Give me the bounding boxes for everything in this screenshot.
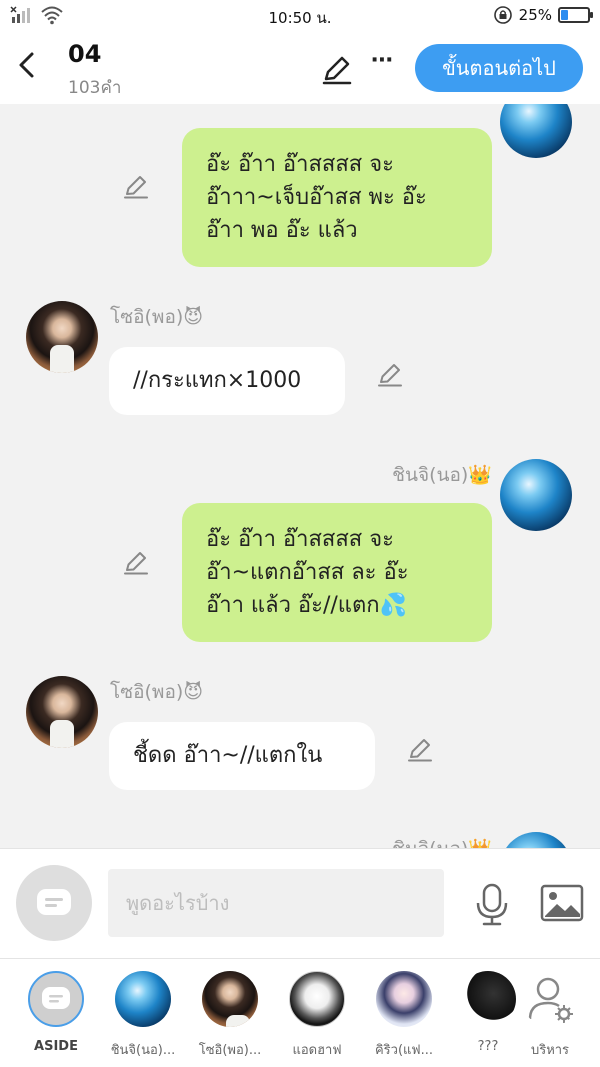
speaker-name: ชินจิ(นอ)👑 — [392, 834, 492, 848]
character-label: โซอิ(พอ)... — [198, 1043, 262, 1058]
message-line: อ๊ะ อ๊าา อ๊าสสสส จะ — [206, 527, 394, 552]
character-avatar — [376, 971, 432, 1027]
rotation-lock-icon — [493, 6, 512, 24]
character-avatar — [115, 971, 171, 1027]
character-kiriw[interactable]: คิริว(แฟ... — [364, 971, 444, 1060]
character-aside[interactable]: ASIDE — [16, 971, 96, 1054]
chat-mode-button[interactable] — [16, 865, 92, 941]
message-line: อ๊า~แตกอ๊าสส ละ อ๊ะ — [206, 560, 409, 585]
character-avatar — [202, 971, 258, 1027]
avatar-shinji[interactable] — [500, 832, 572, 848]
character-label: ชินจิ(นอ)... — [110, 1043, 176, 1058]
message-line: อ๊าาา~เจ็บอ๊าสส พะ อ๊ะ — [206, 185, 427, 210]
battery-percent: 25% — [518, 6, 552, 24]
avatar-shinji[interactable] — [500, 104, 572, 158]
chat-bubble-icon — [42, 987, 70, 1009]
user-settings-icon — [528, 977, 573, 1023]
page-title: 04 — [68, 40, 102, 68]
battery-area: 25% — [493, 5, 593, 25]
chat-area[interactable]: อ๊ะ อ๊าา อ๊าสสสส จะ อ๊าาา~เจ็บอ๊าสส พะ อ… — [0, 104, 600, 848]
message-bubble[interactable]: อ๊ะ อ๊าา อ๊าสสสส จะ อ๊าาา~เจ็บอ๊าสส พะ อ… — [182, 128, 492, 267]
edit-message-icon[interactable] — [122, 172, 150, 200]
input-bar — [0, 848, 600, 958]
manage-characters[interactable]: บริหาร — [510, 971, 590, 1060]
next-step-button[interactable]: ขั้นตอนต่อไป — [415, 44, 583, 92]
character-avatar — [289, 971, 345, 1027]
edit-message-icon[interactable] — [406, 735, 434, 763]
message-line: ชี้ดด อ๊าา~//แตกใน — [133, 743, 323, 768]
aside-avatar — [28, 971, 84, 1027]
microphone-icon[interactable] — [472, 883, 512, 927]
image-icon[interactable] — [540, 883, 584, 923]
character-label: แอดฮาฟ — [292, 1043, 342, 1058]
edit-message-icon[interactable] — [376, 360, 404, 388]
edit-message-icon[interactable] — [122, 548, 150, 576]
message-line: อ๊ะ อ๊าา อ๊าสสสส จะ — [206, 152, 394, 177]
message-bubble[interactable]: อ๊ะ อ๊าา อ๊าสสสส จะ อ๊า~แตกอ๊าสส ละ อ๊ะ … — [182, 503, 492, 642]
character-adhalf[interactable]: แอดฮาฟ — [277, 971, 357, 1060]
speaker-name: ชินจิ(นอ)👑 — [392, 464, 492, 486]
more-options-button[interactable]: ⋯ — [368, 48, 396, 82]
message-line: อ๊าา พอ อ๊ะ แล้ว — [206, 218, 358, 243]
speaker-name: โซอิ(พอ)😈 — [110, 306, 204, 328]
character-avatar — [460, 971, 516, 1027]
speaker-name: โซอิ(พอ)😈 — [110, 681, 204, 703]
message-line: //กระแทก×1000 — [133, 368, 302, 393]
character-soi[interactable]: โซอิ(พอ)... — [190, 971, 270, 1060]
character-shinji[interactable]: ชินจิ(นอ)... — [103, 971, 183, 1060]
avatar-shinji[interactable] — [500, 459, 572, 531]
message-input[interactable] — [108, 869, 444, 937]
message-bubble[interactable]: //กระแทก×1000 — [109, 347, 345, 415]
message-line: อ๊าา แล้ว อ๊ะ//แตก💦 — [206, 593, 407, 618]
battery-icon — [558, 7, 593, 23]
character-avatar — [522, 971, 578, 1027]
header: 04 103คำ ⋯ ขั้นตอนต่อไป — [0, 32, 600, 104]
character-label: คิริว(แฟ... — [374, 1043, 434, 1058]
avatar-soi[interactable] — [26, 676, 98, 748]
character-bar: ASIDE ชินจิ(นอ)... โซอิ(พอ)... แอดฮาฟ คิ… — [0, 958, 600, 1067]
avatar-soi[interactable] — [26, 301, 98, 373]
chat-bubble-icon — [37, 889, 71, 915]
character-label: ASIDE — [34, 1039, 78, 1054]
status-bar: 10:50 น. 25% — [0, 0, 600, 32]
edit-icon[interactable] — [320, 52, 354, 86]
word-count: 103คำ — [68, 78, 122, 98]
character-label: บริหาร — [530, 1043, 570, 1058]
battery-level — [561, 10, 568, 20]
message-bubble[interactable]: ชี้ดด อ๊าา~//แตกใน — [109, 722, 375, 790]
back-arrow-icon[interactable] — [12, 48, 42, 82]
